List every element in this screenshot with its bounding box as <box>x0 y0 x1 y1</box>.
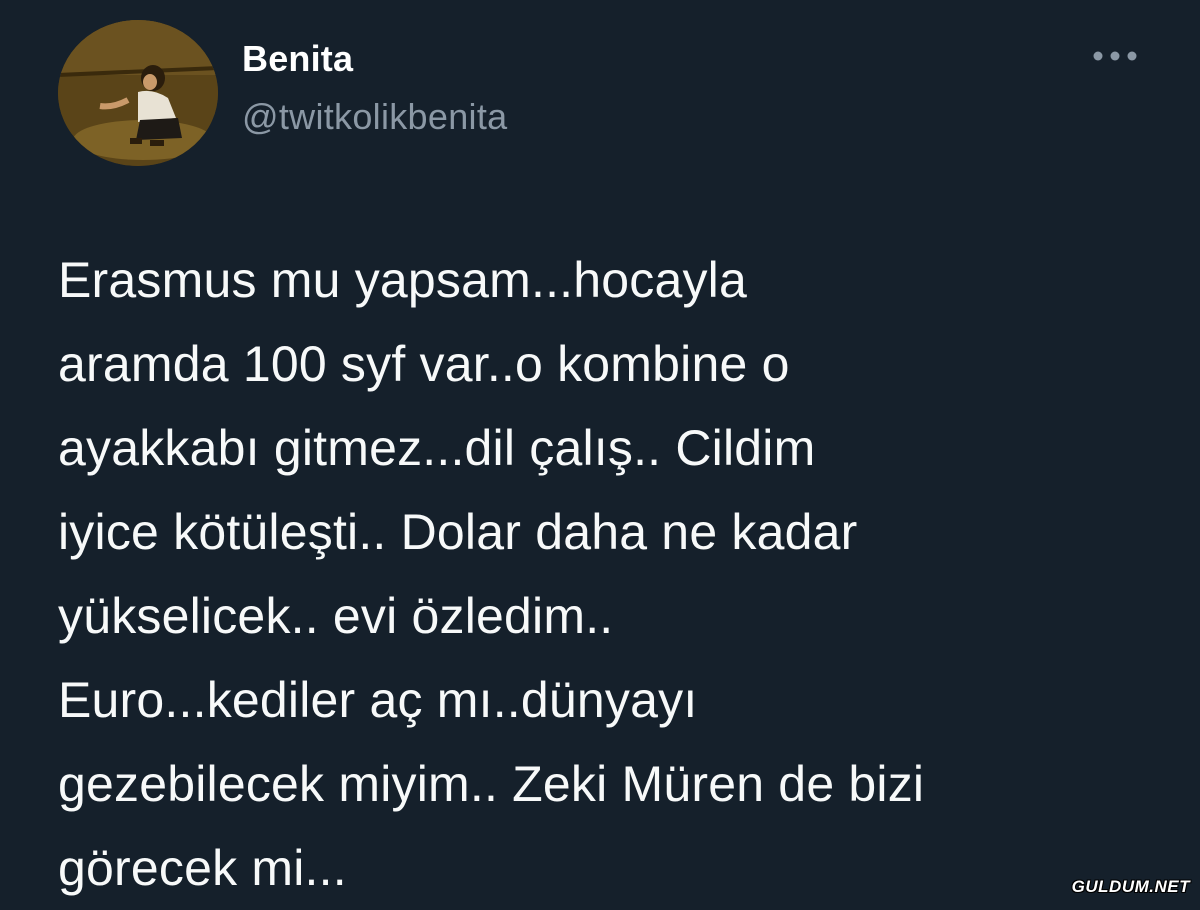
watermark: GULDUM.NET <box>1071 877 1190 896</box>
more-options-button[interactable] <box>1090 40 1140 72</box>
tweet-text: Erasmus mu yapsam...hocayla aramda 100 s… <box>58 252 925 896</box>
tweet-card: Benita @twitkolikbenita Erasmus mu yapsa… <box>0 0 1200 905</box>
avatar[interactable] <box>58 20 218 166</box>
author-handle[interactable]: @twitkolikbenita <box>242 96 507 138</box>
author-display-name[interactable]: Benita <box>242 38 353 80</box>
avatar-photo <box>58 20 218 166</box>
more-horizontal-icon <box>1093 51 1137 61</box>
